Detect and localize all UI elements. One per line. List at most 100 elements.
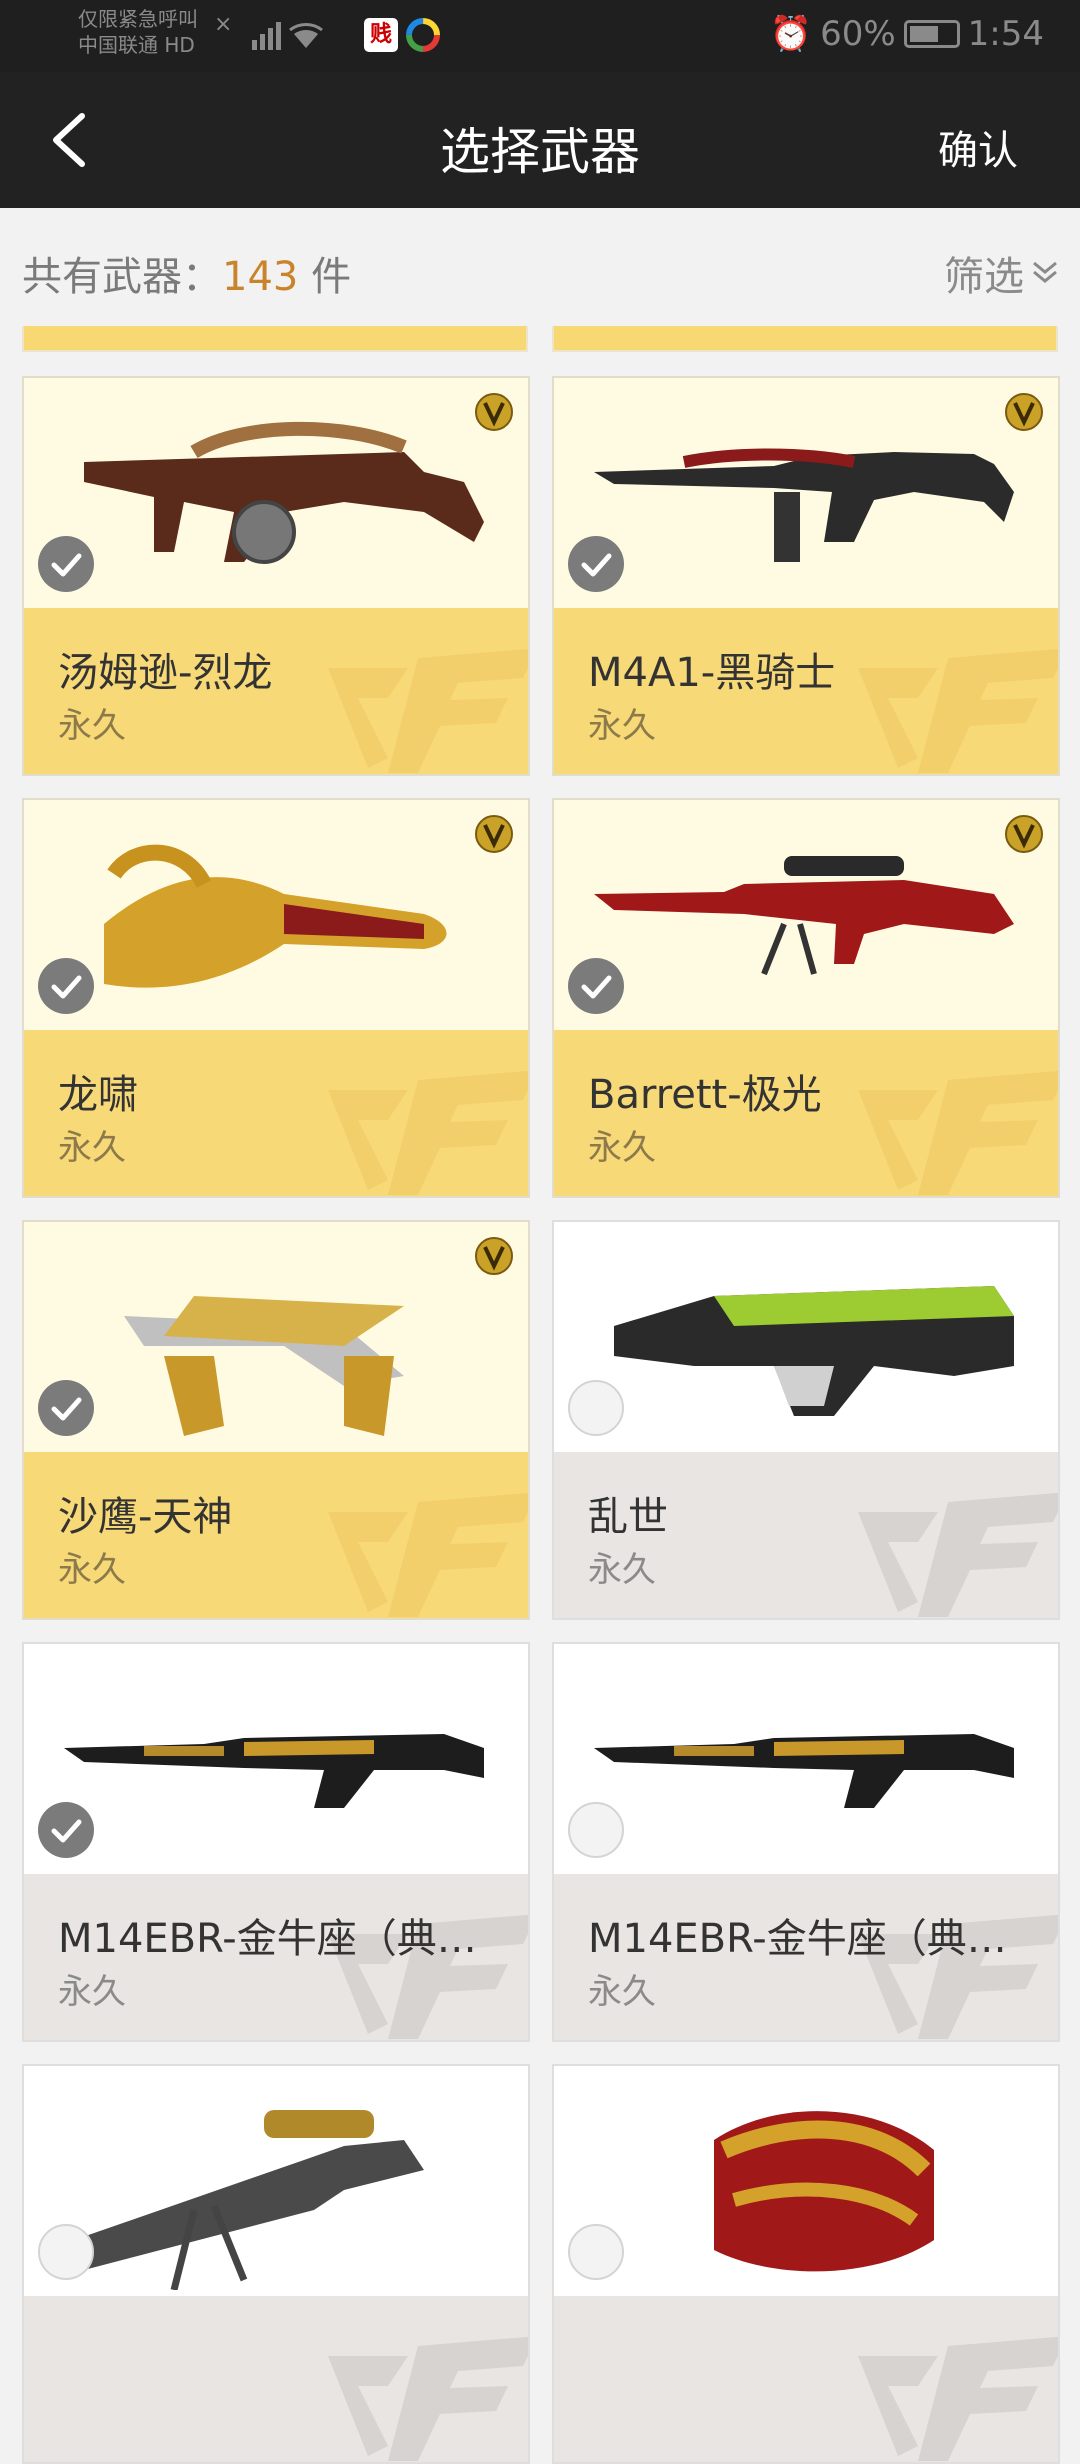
weapon-image-area	[554, 1644, 1058, 1874]
weapon-image	[594, 856, 1014, 976]
checkbox-checked[interactable]	[38, 536, 94, 592]
vip-badge-icon	[475, 1237, 513, 1275]
alarm-icon: ⏰	[769, 14, 813, 54]
checkmark-icon	[581, 975, 612, 999]
battery-icon	[903, 20, 960, 48]
weapon-info: M14EBR-金牛座（典藏... 永久	[24, 1874, 528, 2040]
carrier-info: 仅限紧急呼叫 中国联通 HD	[78, 6, 198, 58]
weapon-info	[24, 2296, 528, 2462]
weapon-image	[74, 2110, 424, 2290]
weapon-info: Barrett-极光永久	[554, 1030, 1058, 1196]
weapon-image-area	[24, 378, 528, 608]
checkbox-checked[interactable]	[38, 1380, 94, 1436]
weapon-image	[594, 448, 1014, 562]
weapon-image-area	[554, 2066, 1058, 2296]
checkbox-checked[interactable]	[568, 536, 624, 592]
weapon-image-area	[24, 1644, 528, 1874]
weapon-name: M14EBR-金牛座（典藏...	[58, 1916, 508, 1962]
checkmark-icon	[581, 553, 612, 577]
weapon-name: 沙鹰-天神	[58, 1494, 233, 1540]
weapon-image-area	[24, 800, 528, 1030]
weapon-card[interactable]	[552, 2064, 1060, 2464]
summary-bar: 共有武器：143 件 筛选	[0, 208, 1080, 324]
weapon-info: M4A1-黑骑士永久	[554, 608, 1058, 774]
checkbox-unchecked[interactable]	[38, 2224, 94, 2280]
weapon-info: 汤姆逊-烈龙永久	[24, 608, 528, 774]
vip-badge-icon	[1005, 815, 1043, 853]
weapon-image	[104, 844, 447, 988]
partial-card	[22, 326, 528, 352]
weapon-term: 永久	[588, 706, 656, 746]
weapon-info: 沙鹰-天神永久	[24, 1452, 528, 1618]
clock: 1:54	[967, 14, 1044, 54]
checkmark-icon	[51, 1397, 82, 1421]
vip-badge-icon	[1005, 393, 1043, 431]
cf-logo-watermark	[328, 2336, 528, 2461]
checkbox-unchecked[interactable]	[568, 1802, 624, 1858]
weapon-term: 永久	[58, 706, 126, 746]
vip-badge-icon	[475, 815, 513, 853]
checkbox-unchecked[interactable]	[568, 1380, 624, 1436]
weapon-card[interactable]: 沙鹰-天神永久	[22, 1220, 530, 1620]
page-title: 选择武器	[440, 123, 640, 181]
status-bar: 仅限紧急呼叫 中国联通 HD × 贱 ⏰ 60% 1:54	[0, 0, 1080, 72]
weapon-term: 永久	[588, 1972, 656, 2012]
weapon-name: 乱世	[588, 1494, 668, 1540]
count-unit: 件	[311, 254, 352, 300]
weapon-info: 龙啸 永久	[24, 1030, 528, 1196]
weapon-image	[124, 1296, 404, 1436]
weapon-image	[84, 421, 484, 564]
weapon-name: 龙啸	[58, 1072, 138, 1118]
weapon-term: 永久	[58, 1128, 126, 1168]
weapon-image	[714, 2111, 934, 2272]
confirm-button[interactable]: 确认	[938, 118, 1018, 176]
weapon-card[interactable]: M14EBR-金牛座（典藏... 永久	[22, 1642, 530, 2042]
checkbox-checked[interactable]	[38, 1802, 94, 1858]
weapon-name: Barrett-极光	[588, 1072, 822, 1118]
weapon-image	[64, 1734, 484, 1808]
filter-button[interactable]: 筛选	[944, 244, 1060, 302]
weapon-name: 汤姆逊-烈龙	[58, 650, 273, 696]
weapon-card[interactable]: Barrett-极光永久	[552, 798, 1060, 1198]
checkbox-checked[interactable]	[38, 958, 94, 1014]
back-arrow-icon[interactable]	[40, 108, 100, 172]
weapon-image-area	[554, 1222, 1058, 1452]
weapon-image-area	[554, 378, 1058, 608]
checkmark-icon	[51, 553, 82, 577]
weapon-image	[614, 1286, 1014, 1416]
double-chevron-down-icon	[1033, 261, 1057, 283]
weapon-term: 永久	[58, 1550, 126, 1590]
weapon-card[interactable]: M4A1-黑骑士永久	[552, 376, 1060, 776]
weapon-card[interactable]: 龙啸 永久	[22, 798, 530, 1198]
count-number: 143	[222, 254, 299, 300]
weapon-count: 共有武器：143 件	[22, 244, 351, 302]
weapon-info	[554, 2296, 1058, 2462]
weapon-card[interactable]: 汤姆逊-烈龙永久	[22, 376, 530, 776]
weapon-card[interactable]: 乱世 永久	[552, 1220, 1060, 1620]
weapon-image	[594, 1734, 1014, 1808]
weapon-term: 永久	[58, 1972, 126, 2012]
checkbox-checked[interactable]	[568, 958, 624, 1014]
battery-percent: 60%	[820, 14, 896, 54]
carrier-line1: 仅限紧急呼叫	[78, 7, 198, 31]
count-prefix: 共有武器：	[22, 254, 222, 300]
weapon-info: M14EBR-金牛座（典藏... 永久	[554, 1874, 1058, 2040]
carrier-line2: 中国联通 HD	[78, 33, 195, 57]
weapon-term: 永久	[588, 1128, 656, 1168]
partial-card	[552, 326, 1058, 352]
filter-label: 筛选	[944, 254, 1024, 300]
vip-badge-icon	[475, 393, 513, 431]
weapon-name: M14EBR-金牛座（典藏...	[588, 1916, 1038, 1962]
nav-bar: 选择武器 确认	[0, 72, 1080, 208]
weapon-name: M4A1-黑骑士	[588, 650, 836, 696]
weapon-card[interactable]: M14EBR-金牛座（典藏... 永久	[552, 1642, 1060, 2042]
weapon-image-area	[554, 800, 1058, 1030]
app-colorful-icon	[406, 18, 440, 52]
weapon-info: 乱世 永久	[554, 1452, 1058, 1618]
weapon-image-area	[24, 2066, 528, 2296]
weapon-card[interactable]	[22, 2064, 530, 2464]
checkbox-unchecked[interactable]	[568, 2224, 624, 2280]
checkmark-icon	[51, 975, 82, 999]
weapon-term: 永久	[588, 1550, 656, 1590]
signal-wifi-icon	[252, 22, 323, 50]
